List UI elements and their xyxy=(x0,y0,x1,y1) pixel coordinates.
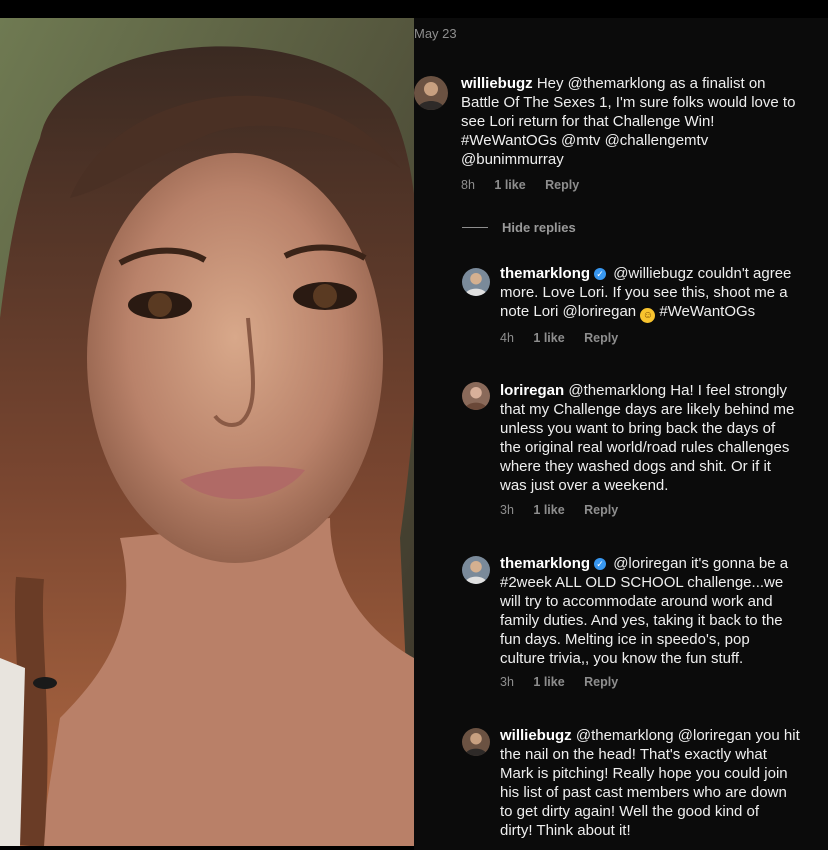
comment-meta: 8h 1 like Reply xyxy=(461,178,595,192)
username-link[interactable]: williebugz xyxy=(461,75,533,92)
username-link[interactable]: williebugz xyxy=(500,727,572,744)
comment-time: 3h xyxy=(500,675,514,689)
comment-text: themarklong ✓ @loriregan it's gonna be a … xyxy=(500,555,789,667)
comment-meta: 3h 1 like Reply xyxy=(500,503,634,517)
reply-button[interactable]: Reply xyxy=(584,503,618,517)
likes-count[interactable]: 1 like xyxy=(533,503,564,517)
post-date: May 23 xyxy=(414,26,457,41)
username-link[interactable]: themarklong xyxy=(500,555,590,572)
verified-badge-icon: ✓ xyxy=(594,268,607,280)
comment-meta: 4h 1 like Reply xyxy=(500,331,634,345)
avatar[interactable] xyxy=(462,382,490,410)
likes-count[interactable]: 1 like xyxy=(533,331,564,345)
username-link[interactable]: loriregan xyxy=(500,382,564,399)
avatar[interactable] xyxy=(462,728,490,756)
avatar[interactable] xyxy=(414,76,448,110)
comment-time: 4h xyxy=(500,331,514,345)
comment-meta: 3h 1 like Reply xyxy=(500,675,634,689)
comment-text: loriregan @themarklong Ha! I feel strong… xyxy=(500,382,795,494)
avatar[interactable] xyxy=(462,556,490,584)
comments-panel: May 23 williebugz Hey @themarklong as a … xyxy=(414,18,828,850)
username-link[interactable]: themarklong xyxy=(500,265,590,282)
likes-count[interactable]: 1 like xyxy=(533,675,564,689)
comment-text: williebugz @themarklong @loriregan you h… xyxy=(500,727,800,839)
avatar[interactable] xyxy=(462,268,490,296)
likes-count[interactable]: 1 like xyxy=(494,178,525,192)
portrait-photo xyxy=(0,18,414,846)
reply-button[interactable]: Reply xyxy=(584,331,618,345)
hide-replies-button[interactable]: Hide replies xyxy=(462,220,576,235)
reply-button[interactable]: Reply xyxy=(545,178,579,192)
comment-text: williebugz Hey @themarklong as a finalis… xyxy=(461,75,796,168)
comment-time: 8h xyxy=(461,178,475,192)
top-black-bar xyxy=(0,0,828,18)
comment-time: 3h xyxy=(500,503,514,517)
reply-button[interactable]: Reply xyxy=(584,675,618,689)
smiling-face-emoji-icon: ☺ xyxy=(640,308,656,323)
comment-text: themarklong ✓ @williebugz couldn't agree … xyxy=(500,265,792,323)
divider-line xyxy=(462,227,488,228)
verified-badge-icon: ✓ xyxy=(594,558,607,570)
